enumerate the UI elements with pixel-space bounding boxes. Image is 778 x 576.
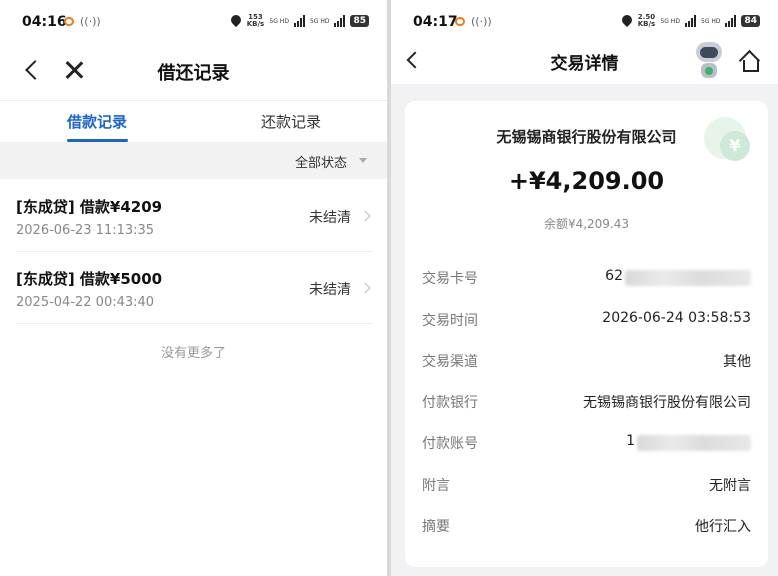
network-type: 5G HD xyxy=(269,17,289,25)
detail-value: 无锡锡商银行股份有限公司 xyxy=(583,395,751,411)
detail-value: 他行汇入 xyxy=(695,519,751,535)
tab-bar: 借款记录 还款记录 xyxy=(0,100,387,142)
detail-key: 付款账号 xyxy=(422,436,478,452)
record-title: [东成贷] 借款¥4209 xyxy=(16,198,163,216)
nav-bar: 借还记录 xyxy=(0,46,387,98)
detail-value: 1 xyxy=(626,433,635,449)
no-more-text: 没有更多了 xyxy=(160,346,226,361)
detail-row-card-number: 交易卡号 62 xyxy=(422,268,751,290)
detail-row-remark: 附言 无附言 xyxy=(422,475,751,497)
detail-key: 附言 xyxy=(422,478,450,494)
tab-loan-records[interactable]: 借款记录 xyxy=(67,111,127,132)
detail-value: 无附言 xyxy=(709,478,751,494)
transaction-detail-screen: 04:17 ((·)) 2.50 KB/s 5G HD 5G HD 84 交易详… xyxy=(391,0,778,576)
detail-key: 摘要 xyxy=(422,519,450,535)
transaction-card: ¥ 无锡锡商银行股份有限公司 +¥4,209.00 余额¥4,209.43 交易… xyxy=(405,101,768,567)
list-item[interactable]: [东成贷] 借款¥4209 2026-06-23 11:13:35 未结清 xyxy=(16,180,373,252)
detail-row-payer-bank: 付款银行 无锡锡商银行股份有限公司 xyxy=(422,392,751,414)
network-type-2: 5G HD xyxy=(309,17,330,25)
network-speed: 2.50 KB/s xyxy=(637,13,656,28)
status-icons: 153 KB/s 5G HD 5G HD 85 xyxy=(231,14,369,28)
detail-value: 62 xyxy=(605,268,623,284)
detail-key: 交易卡号 xyxy=(422,271,478,287)
chevron-right-icon xyxy=(359,210,371,222)
notification-icon xyxy=(455,17,465,26)
battery-icon: 84 xyxy=(741,15,760,27)
masked-value xyxy=(637,435,751,451)
signal-icon-2 xyxy=(334,15,346,27)
transaction-amount: +¥4,209.00 xyxy=(508,167,665,195)
status-filter[interactable]: 全部状态 xyxy=(295,152,347,171)
detail-key: 付款银行 xyxy=(422,395,478,411)
network-speed: 153 KB/s xyxy=(246,13,265,28)
nfc-icon: ((·)) xyxy=(80,15,101,28)
record-date: 2025-04-22 00:43:40 xyxy=(16,295,155,310)
status-time: 04:17 xyxy=(413,14,458,30)
caret-down-icon[interactable] xyxy=(359,158,367,163)
bank-name: 无锡锡商银行股份有限公司 xyxy=(496,128,677,146)
list-item[interactable]: [东成贷] 借款¥5000 2025-04-22 00:43:40 未结清 xyxy=(16,252,373,324)
detail-row-summary: 摘要 他行汇入 xyxy=(422,516,751,538)
assistant-robot-icon[interactable] xyxy=(692,42,726,80)
network-type: 5G HD xyxy=(660,17,680,25)
nav-bar: 交易详情 xyxy=(391,38,778,84)
record-status: 未结清 xyxy=(309,282,351,298)
detail-row-payer-account: 付款账号 1 xyxy=(422,433,751,455)
record-status: 未结清 xyxy=(309,210,351,226)
tab-repayment-records[interactable]: 还款记录 xyxy=(261,111,321,132)
detail-row-time: 交易时间 2026-06-24 03:58:53 xyxy=(422,310,751,332)
page-title: 借还记录 xyxy=(157,63,230,84)
nfc-icon: ((·)) xyxy=(471,15,492,28)
detail-row-channel: 交易渠道 其他 xyxy=(422,351,751,373)
record-title: [东成贷] 借款¥5000 xyxy=(16,270,163,288)
chevron-right-icon xyxy=(359,282,371,294)
signal-icon-2 xyxy=(725,15,737,27)
account-balance: 余额¥4,209.43 xyxy=(543,217,630,231)
home-icon[interactable] xyxy=(738,49,762,72)
location-icon xyxy=(622,15,632,27)
detail-key: 交易渠道 xyxy=(422,354,478,370)
loan-records-screen: 04:16 ((·)) 153 KB/s 5G HD 5G HD 85 借还记录… xyxy=(0,0,387,576)
filter-bar: 全部状态 xyxy=(0,142,387,179)
battery-icon: 85 xyxy=(350,15,369,27)
detail-key: 交易时间 xyxy=(422,313,478,329)
signal-icon xyxy=(293,15,305,27)
network-type-2: 5G HD xyxy=(700,17,721,25)
status-time: 04:16 xyxy=(22,14,67,30)
status-icons: 2.50 KB/s 5G HD 5G HD 84 xyxy=(622,14,760,28)
detail-value: 其他 xyxy=(723,354,751,370)
detail-value: 2026-06-24 03:58:53 xyxy=(602,310,751,326)
status-bar: 04:16 ((·)) 153 KB/s 5G HD 5G HD 85 xyxy=(0,0,387,46)
record-date: 2026-06-23 11:13:35 xyxy=(16,223,155,238)
signal-icon xyxy=(684,15,696,27)
masked-value xyxy=(625,270,751,286)
location-icon xyxy=(231,15,241,27)
notification-icon xyxy=(64,17,74,26)
